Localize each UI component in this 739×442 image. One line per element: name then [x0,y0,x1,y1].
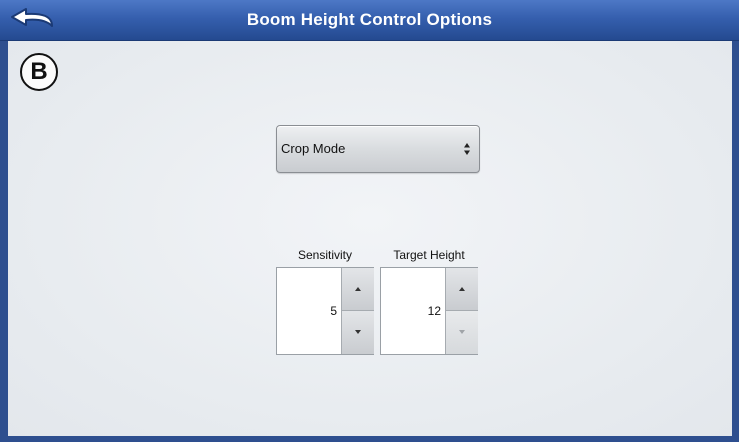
back-arrow-icon [11,8,53,27]
target-height-value[interactable]: 12 [381,268,443,354]
sensitivity-increase-button[interactable] [341,268,374,311]
sensitivity-value[interactable]: 5 [277,268,339,354]
target-height-decrease-button[interactable] [445,311,478,354]
crop-mode-select[interactable]: Crop Mode [276,125,480,173]
target-height-label: Target Height [393,248,465,262]
options-panel: B Crop Mode Sensitivity 5 Target Height [8,41,732,436]
up-down-arrows-icon [464,143,470,155]
caret-up-icon [459,287,465,291]
caret-up-icon [355,287,361,291]
caret-down-icon [459,330,465,334]
sensitivity-stepper: 5 [276,267,374,355]
sensitivity-decrease-button[interactable] [341,311,374,354]
sensitivity-label: Sensitivity [297,248,353,262]
back-button[interactable] [6,4,62,34]
caret-down-icon [355,330,361,334]
target-height-increase-button[interactable] [445,268,478,311]
title-bar: Boom Height Control Options [0,0,739,41]
screen-badge: B [20,53,58,91]
select-value: Crop Mode [281,141,346,156]
window-frame: Boom Height Control Options B Crop Mode … [0,0,739,442]
target-height-stepper: 12 [380,267,478,355]
page-title: Boom Height Control Options [246,10,493,29]
